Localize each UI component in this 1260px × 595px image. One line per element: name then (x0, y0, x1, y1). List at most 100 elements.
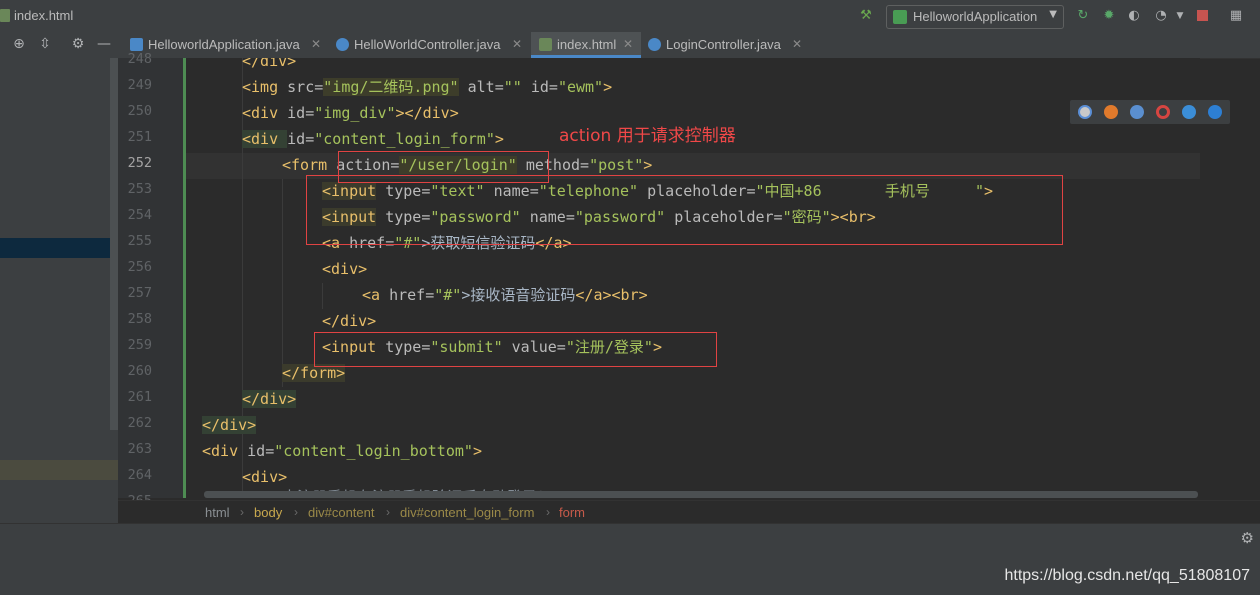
line-number-current: 252 (127, 155, 152, 171)
project-panel[interactable] (0, 58, 118, 523)
line-number: 249 (127, 77, 152, 93)
text-token: >接收语音验证码 (461, 286, 576, 304)
line-number: 254 (127, 207, 152, 223)
line-number: 258 (127, 311, 152, 327)
line-number: 263 (127, 441, 152, 457)
line-number: 261 (127, 389, 152, 405)
gear-icon[interactable]: ⚙ (1241, 529, 1254, 547)
tag-token: > (494, 130, 504, 148)
value-token: "content_login_form" (314, 130, 495, 148)
chevron-right-icon: › (240, 505, 244, 519)
value-token: "#" (434, 286, 462, 304)
title-bar: index.html ⚒ HelloworldApplication ▼ ↻ ✹… (0, 0, 1260, 33)
chevron-down-icon[interactable]: ▼ (1172, 8, 1188, 24)
line-number: 253 (127, 181, 152, 197)
breadcrumb-item[interactable]: div#content_login_form (400, 505, 534, 520)
project-tool-buttons: ⊕ ⇳ ⚙ — (0, 32, 122, 58)
tab-label: HelloWorldController.java (354, 37, 501, 52)
tag-token: </a><br> (575, 286, 648, 304)
tab-label: LoginController.java (666, 37, 781, 52)
rerun-icon[interactable]: ↻ (1075, 8, 1091, 24)
safari-icon[interactable] (1130, 105, 1144, 119)
breadcrumb-item[interactable]: html (205, 505, 230, 520)
tab-helloworld-application[interactable]: HelloworldApplication.java ✕ (130, 32, 330, 58)
chevron-right-icon: › (546, 505, 550, 519)
opera-icon[interactable] (1156, 105, 1170, 119)
code-line-258: </div> (322, 308, 376, 334)
indent-guide (322, 283, 323, 309)
tag-token: </div> (242, 390, 297, 408)
html-file-icon (539, 38, 552, 51)
edge-icon[interactable] (1208, 105, 1222, 119)
attr-token: id= (247, 442, 275, 460)
tag-token: </div> (242, 58, 297, 70)
app-class-icon (130, 38, 143, 51)
watermark: https://blog.csdn.net/qq_51808107 (1004, 567, 1250, 584)
tag-token: <div> (322, 260, 368, 278)
tag-token: <div (242, 130, 288, 148)
highlighted-tree-row[interactable] (0, 460, 118, 480)
breadcrumb-item[interactable]: div#content (308, 505, 375, 520)
tab-helloworld-controller[interactable]: HelloWorldController.java ✕ (336, 32, 528, 58)
line-number: 255 (127, 233, 152, 249)
attr-token: id= (287, 130, 315, 148)
run-config-select[interactable]: HelloworldApplication ▼ (886, 5, 1064, 29)
line-number-gutter: 248 249 250 251 252 253 254 255 256 257 … (118, 51, 221, 509)
close-icon[interactable]: ✕ (311, 37, 321, 51)
tab-login-controller[interactable]: LoginController.java ✕ (648, 32, 808, 58)
tag-token: > (603, 78, 613, 96)
status-bar: https://blog.csdn.net/qq_51808107 (0, 551, 1260, 595)
tag-token: <form (282, 156, 337, 174)
tab-index-html[interactable]: index.html ✕ (531, 32, 641, 58)
run-config-label: HelloworldApplication (913, 9, 1038, 24)
horizontal-scrollbar[interactable] (204, 491, 1198, 498)
code-line-264: <div> (242, 464, 287, 490)
hammer-icon[interactable]: ⚒ (858, 8, 874, 24)
attr-token: id= (287, 104, 315, 122)
breadcrumb-item[interactable]: body (254, 505, 282, 520)
app-config-icon (893, 10, 907, 24)
close-icon[interactable]: ✕ (512, 37, 522, 51)
code-line-251: <div id="content_login_form"> (242, 126, 504, 152)
layout-icon[interactable]: ▦ (1228, 8, 1244, 24)
firefox-icon[interactable] (1104, 105, 1118, 119)
value-token: "ewm" (557, 78, 604, 96)
tag-token: ></div> (395, 104, 459, 122)
chevron-right-icon: › (294, 505, 298, 519)
code-line-263: <div id="content_login_bottom"> (202, 438, 482, 464)
value-token: "img_div" (314, 104, 396, 122)
breadcrumb: html › body › div#content › div#content_… (118, 500, 1260, 524)
minimize-icon[interactable]: — (96, 36, 112, 52)
class-icon (648, 38, 661, 51)
value-token: "img/二维码.png" (323, 78, 459, 96)
annotation-label: action 用于请求控制器 (559, 126, 736, 146)
chevron-right-icon: › (386, 505, 390, 519)
tag-token: <div> (242, 468, 288, 486)
code-line-256: <div> (322, 256, 367, 282)
line-number: 251 (127, 129, 152, 145)
attr-token: alt= (458, 78, 504, 96)
indent-guide (282, 179, 283, 387)
value-token: "" (503, 78, 522, 96)
class-icon (336, 38, 349, 51)
profile-icon[interactable]: ◔ (1153, 8, 1169, 24)
browser-preview-bar (1070, 100, 1230, 124)
line-number: 256 (127, 259, 152, 275)
shield-icon[interactable]: ◐ (1126, 8, 1142, 24)
close-icon[interactable]: ✕ (792, 37, 802, 51)
annotation-box-submit (314, 332, 717, 367)
ie-icon[interactable] (1182, 105, 1196, 119)
selected-tree-row[interactable] (0, 238, 118, 258)
editor-tab-bar: ⊕ ⇳ ⚙ — HelloworldApplication.java ✕ Hel… (0, 32, 1260, 59)
breadcrumb-item[interactable]: form (559, 505, 585, 520)
scrollbar[interactable] (110, 58, 118, 430)
stop-icon[interactable] (1194, 8, 1210, 24)
chrome-icon[interactable] (1078, 105, 1092, 119)
target-icon[interactable]: ⊕ (11, 36, 27, 52)
close-icon[interactable]: ✕ (623, 37, 633, 51)
line-number: 250 (127, 103, 152, 119)
collapse-icon[interactable]: ⇳ (37, 36, 53, 52)
bug-icon[interactable]: ✹ (1101, 8, 1117, 24)
attr-token: id= (521, 78, 558, 96)
gear-icon[interactable]: ⚙ (70, 36, 86, 52)
